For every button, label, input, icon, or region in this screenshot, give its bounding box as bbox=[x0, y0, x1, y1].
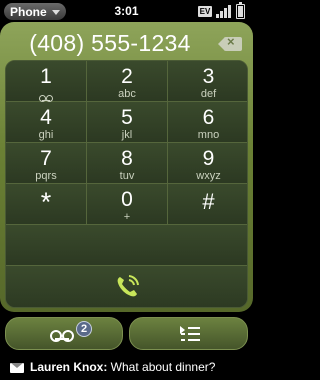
voicemail-button[interactable]: 2 bbox=[5, 317, 123, 350]
backspace-button[interactable]: × bbox=[218, 34, 242, 51]
key-2[interactable]: 2 abc bbox=[87, 61, 168, 102]
key-9[interactable]: 9 wxyz bbox=[168, 143, 247, 184]
notification-message: What about dinner? bbox=[107, 360, 216, 374]
key-8[interactable]: 8 tuv bbox=[87, 143, 168, 184]
voicemail-icon bbox=[39, 95, 53, 102]
keypad-spacer bbox=[6, 225, 247, 266]
phone-call-icon bbox=[117, 275, 139, 297]
key-5[interactable]: 5 jkl bbox=[87, 102, 168, 143]
network-type-badge: EV bbox=[198, 6, 212, 17]
signal-strength-icon bbox=[216, 5, 232, 18]
voicemail-icon bbox=[50, 330, 74, 342]
key-1[interactable]: 1 bbox=[6, 61, 87, 102]
key-6[interactable]: 6 mno bbox=[168, 102, 247, 143]
key-3[interactable]: 3 def bbox=[168, 61, 247, 102]
key-7[interactable]: 7 pqrs bbox=[6, 143, 87, 184]
call-log-button[interactable] bbox=[129, 317, 248, 350]
status-bar: Phone 3:01 EV bbox=[0, 0, 253, 22]
dialed-number-display: (408) 555-1234 bbox=[29, 30, 191, 56]
battery-icon bbox=[236, 2, 245, 19]
key-4[interactable]: 4 ghi bbox=[6, 102, 87, 143]
key-0[interactable]: 0 + bbox=[87, 184, 168, 225]
notification-text: Lauren Knox: What about dinner? bbox=[30, 360, 215, 374]
notification-bar[interactable]: Lauren Knox: What about dinner? bbox=[0, 354, 253, 380]
key-star[interactable]: * bbox=[6, 184, 87, 225]
list-icon bbox=[180, 326, 200, 342]
notification-sender: Lauren Knox: bbox=[30, 360, 108, 374]
call-button[interactable] bbox=[6, 266, 247, 307]
keypad: 1 2 abc 3 def 4 ghi 5 jkl 6 mno 7 pqrs 8… bbox=[5, 60, 248, 308]
key-hash[interactable]: # bbox=[168, 184, 247, 225]
dialer-panel: (408) 555-1234 × 1 2 abc 3 def 4 ghi 5 j… bbox=[0, 22, 253, 312]
envelope-icon bbox=[10, 363, 24, 373]
voicemail-count-badge: 2 bbox=[76, 321, 92, 337]
